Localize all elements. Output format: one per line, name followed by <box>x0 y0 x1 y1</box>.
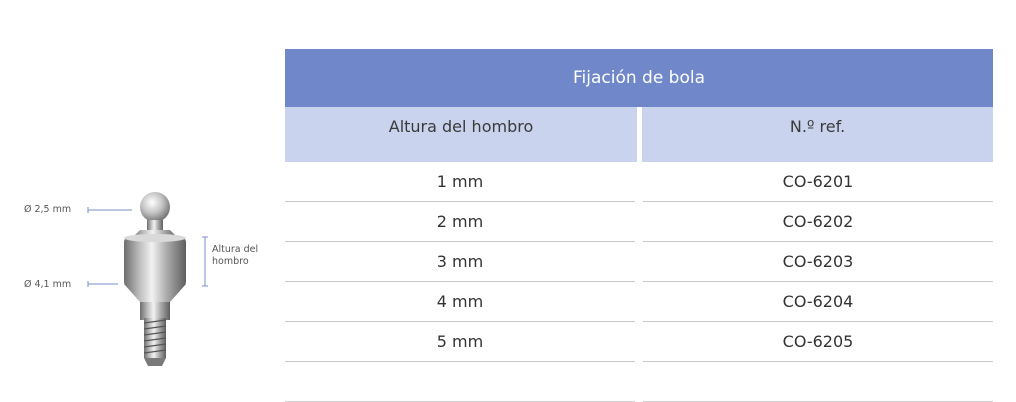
table-row: 5 mm CO-6205 <box>285 322 993 362</box>
table-row: 2 mm CO-6202 <box>285 202 993 242</box>
table-header-row: Altura del hombro N.º ref. <box>285 107 993 162</box>
row-height-cell: 4 mm <box>285 282 635 322</box>
row-height-cell: 3 mm <box>285 242 635 282</box>
reference-table: Fijación de bola Altura del hombro N.º r… <box>285 49 993 402</box>
ball-attachment-figure: Ø 2,5 mm Ø 4,1 mm Altura del hombro <box>0 180 290 380</box>
row-ref-cell <box>643 362 993 402</box>
table-row: 1 mm CO-6201 <box>285 162 993 202</box>
table-row-empty <box>285 362 993 402</box>
table-title: Fijación de bola <box>285 49 993 107</box>
table-row: 4 mm CO-6204 <box>285 282 993 322</box>
column-header-height: Altura del hombro <box>285 107 637 162</box>
row-height-cell: 1 mm <box>285 162 635 202</box>
row-ref-cell: CO-6205 <box>643 322 993 362</box>
column-header-ref: N.º ref. <box>642 107 993 162</box>
row-ref-cell: CO-6202 <box>643 202 993 242</box>
row-height-cell: 2 mm <box>285 202 635 242</box>
row-height-cell: 5 mm <box>285 322 635 362</box>
row-ref-cell: CO-6203 <box>643 242 993 282</box>
collar-diameter-label: Ø 4,1 mm <box>24 279 72 290</box>
row-ref-cell: CO-6201 <box>643 162 993 202</box>
row-height-cell <box>285 362 635 402</box>
table-row: 3 mm CO-6203 <box>285 242 993 282</box>
row-ref-cell: CO-6204 <box>643 282 993 322</box>
shoulder-height-label: Altura del hombro <box>212 244 259 267</box>
ball-diameter-label: Ø 2,5 mm <box>24 204 72 215</box>
